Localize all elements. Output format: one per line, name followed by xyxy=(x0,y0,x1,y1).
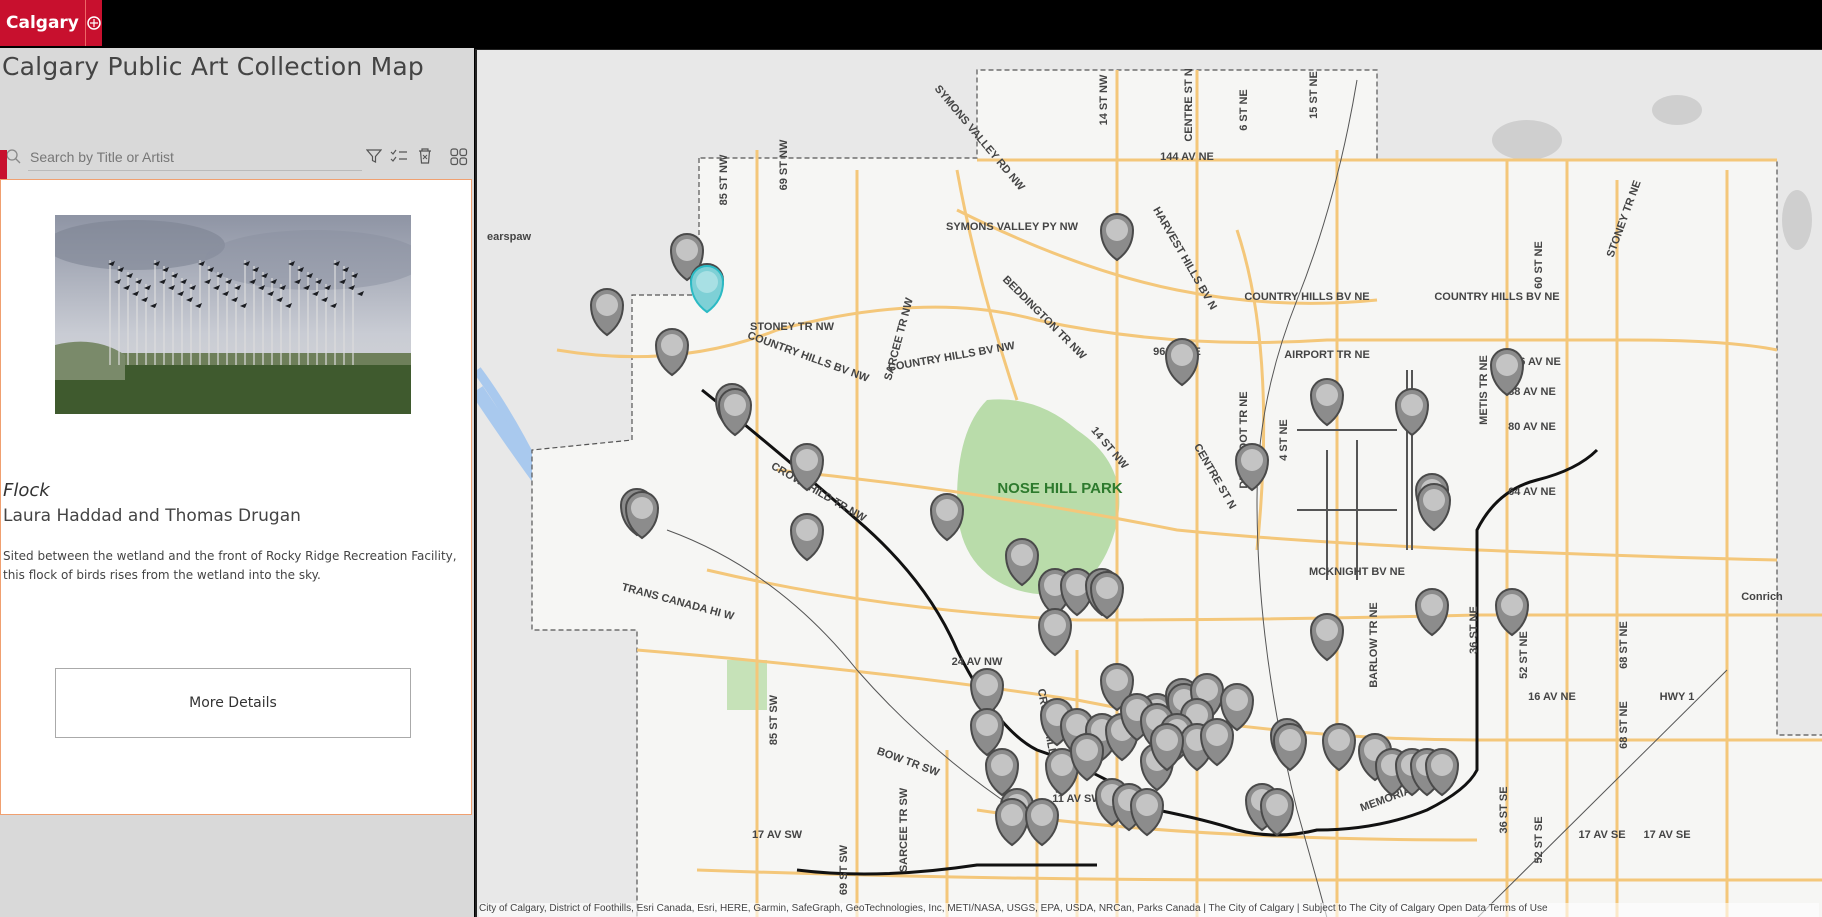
map-label: 52 ST NE xyxy=(1518,631,1530,679)
map-label: 80 AV NE xyxy=(1508,421,1556,433)
park-label: NOSE HILL PARK xyxy=(997,480,1122,497)
map-label: COUNTRY HILLS BV NE xyxy=(1434,291,1559,303)
map-label: earspaw xyxy=(487,231,531,243)
app-title: Calgary Public Art Collection Map xyxy=(2,52,424,81)
map-label: METIS TR NE xyxy=(1478,355,1490,425)
artwork-artist: Laura Haddad and Thomas Drugan xyxy=(3,506,301,526)
map-label: 15 ST NE xyxy=(1308,71,1320,119)
artwork-description: Sited between the wetland and the front … xyxy=(3,549,457,582)
map-label: 24 AV NW xyxy=(952,656,1003,668)
map-label: 4 ST NE xyxy=(1278,419,1290,461)
map-label: HWY 1 xyxy=(1660,691,1695,703)
artwork-photo xyxy=(55,215,411,414)
crest-icon xyxy=(84,0,102,46)
map-label: SARCEE TR SW xyxy=(898,787,910,872)
map-label: 17 AV SE xyxy=(1643,829,1690,841)
map-label: Conrich xyxy=(1741,591,1783,603)
map-label: SYMONS VALLEY PY NW xyxy=(946,221,1079,233)
map-view[interactable]: 14 ST NW CENTRE ST N 6 ST NE 15 ST NE SYMONS… xyxy=(475,49,1822,917)
map-label: 69 ST SW xyxy=(838,844,850,895)
map-attribution: City of Calgary, District of Foothills, … xyxy=(479,903,1819,917)
more-details-button[interactable]: More Details xyxy=(55,668,411,738)
brand-text: Calgary xyxy=(0,0,85,46)
map-label: 52 ST SE xyxy=(1533,816,1545,863)
map-label: 69 ST NW xyxy=(778,139,790,190)
map-label: 85 ST SW xyxy=(768,694,780,745)
map-label: 68 ST NE xyxy=(1618,701,1630,749)
artwork-title: Flock xyxy=(3,480,50,501)
map-label: 36 ST NE xyxy=(1468,606,1480,654)
clear-icon[interactable] xyxy=(417,148,433,169)
map-label: MCKNIGHT BV NE xyxy=(1309,566,1405,578)
map-label: 17 AV SE xyxy=(1578,829,1625,841)
map-label: BARLOW TR NE xyxy=(1368,602,1380,688)
map-label: 85 ST NW xyxy=(718,154,730,205)
map-canvas[interactable]: 14 ST NW CENTRE ST N 6 ST NE 15 ST NE SYMONS… xyxy=(477,50,1822,917)
search-bar xyxy=(0,138,474,174)
filter-icon[interactable] xyxy=(365,148,383,169)
grid-icon[interactable] xyxy=(450,148,468,171)
map-label: CENTRE ST N xyxy=(1183,68,1195,141)
search-input[interactable] xyxy=(28,144,362,171)
map-label: AIRPORT TR NE xyxy=(1284,349,1370,361)
map-label: COUNTRY HILLS BV NE xyxy=(1244,291,1369,303)
list-check-icon[interactable] xyxy=(390,148,408,169)
map-label: STONEY TR NW xyxy=(750,321,835,333)
map-label: 17 AV SW xyxy=(752,829,803,841)
map-label: 68 ST NE xyxy=(1618,621,1630,669)
search-icon xyxy=(5,148,21,169)
map-label: 36 ST SE xyxy=(1498,786,1510,833)
art-pin[interactable] xyxy=(589,288,625,337)
map-label: 144 AV NE xyxy=(1160,151,1214,163)
top-bar: Calgary xyxy=(0,0,1822,48)
map-label: 60 ST NE xyxy=(1533,241,1545,289)
sidebar: Calgary Public Art Collection Map Search… xyxy=(0,48,474,917)
feature-card: Flock Laura Haddad and Thomas Drugan Sit… xyxy=(0,179,472,815)
map-label: 16 AV NE xyxy=(1528,691,1576,703)
map-label: 6 ST NE xyxy=(1238,89,1250,131)
city-logo[interactable]: Calgary xyxy=(0,0,102,46)
map-label: 64 AV NE xyxy=(1508,486,1556,498)
map-label: 11 AV SW xyxy=(1052,793,1102,805)
map-label: 14 ST NW xyxy=(1098,74,1110,125)
